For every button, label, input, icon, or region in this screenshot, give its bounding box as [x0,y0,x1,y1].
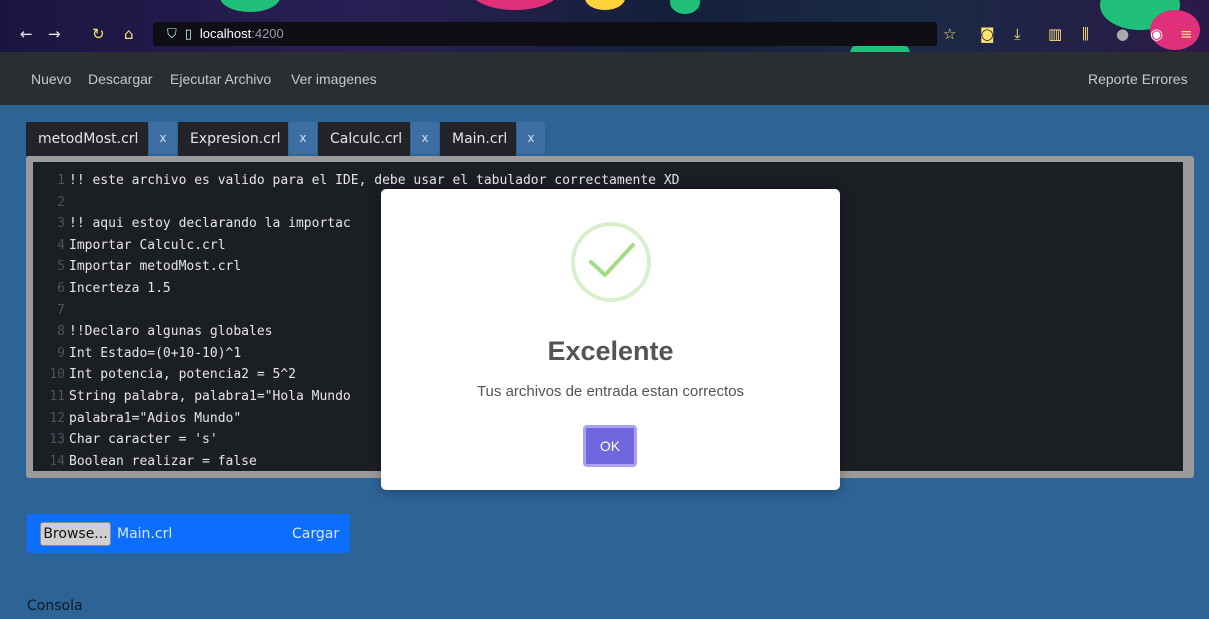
console-label: Consola [27,598,83,614]
cargar-button[interactable]: Cargar [292,524,339,544]
menu-icon[interactable]: ≡ [1180,24,1193,44]
github-icon[interactable]: ◉ [1150,24,1163,44]
url-port: :4200 [251,26,284,41]
sidebar-icon[interactable]: ▥ [1048,24,1062,44]
browser-toolbar: ← → ↻ ⌂ ⛉ ▯ localhost:4200 ☆ ◙ ⤓ ▥ ⫼ ● ◉ ≡ [0,0,1209,52]
address-bar[interactable]: ⛉ ▯ localhost:4200 [153,22,937,46]
url-host: localhost [199,26,252,41]
library-icon[interactable]: ⫼ [1082,24,1089,44]
browse-button[interactable]: Browse... [40,522,111,546]
dialog-message: Tus archivos de entrada estan correctos [476,383,745,400]
dialog-title: Excelente [547,336,674,366]
page-icon: ▯ [184,27,192,42]
decor-shape [585,0,625,10]
reload-icon[interactable]: ↻ [92,24,105,44]
decor-shape [220,0,280,12]
download-icon[interactable]: ⤓ [1014,24,1021,44]
decor-shape [470,0,560,10]
selected-file-name: Main.crl [117,526,173,542]
success-check-icon [571,222,651,302]
bookmark-star-icon[interactable]: ☆ [943,24,956,44]
home-icon[interactable]: ⌂ [124,24,134,44]
ok-button[interactable]: OK [583,425,637,467]
pocket-icon[interactable]: ◙ [980,24,995,44]
decor-shape [670,0,700,14]
account-icon[interactable]: ● [1116,24,1129,44]
back-icon[interactable]: ← [20,24,33,44]
success-dialog: Excelente Tus archivos de entrada estan … [381,189,840,490]
shield-icon: ⛉ [167,27,177,42]
forward-icon[interactable]: → [48,24,61,44]
file-loader: Browse... Main.crl Cargar [27,514,350,553]
